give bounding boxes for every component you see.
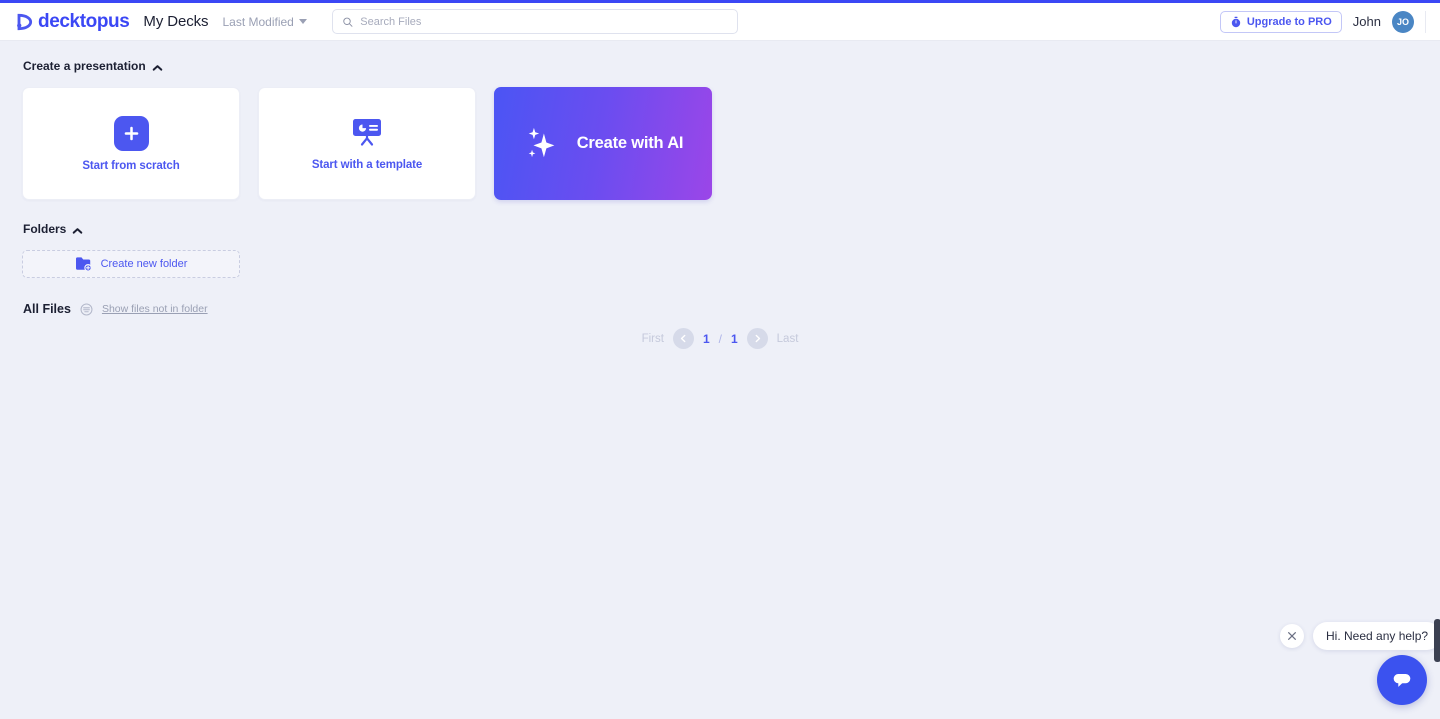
pagination-prev-button[interactable] (672, 328, 694, 349)
pagination-current-page[interactable]: 1 (703, 332, 710, 346)
chevron-down-icon (298, 19, 307, 24)
chevron-up-icon (153, 62, 162, 71)
chevron-left-icon (680, 334, 686, 343)
create-presentation-title: Create a presentation (23, 59, 146, 73)
pagination-total-pages: 1 (730, 331, 738, 346)
folders-header[interactable]: Folders (23, 222, 82, 236)
upgrade-label: Upgrade to PRO (1246, 15, 1332, 28)
header-divider (1425, 10, 1426, 33)
avatar-initials: JO (1396, 16, 1409, 27)
show-files-not-in-folder-link[interactable]: Show files not in folder (102, 303, 208, 315)
brand-logo[interactable]: decktopus (14, 10, 130, 33)
search-bar[interactable] (331, 9, 738, 34)
start-from-scratch-card[interactable]: Start from scratch (22, 87, 240, 200)
folder-plus-icon (75, 257, 92, 272)
avatar[interactable]: JO (1392, 10, 1414, 33)
top-progress-bar (0, 0, 1440, 3)
start-with-template-card[interactable]: Start with a template (258, 87, 476, 200)
chevron-right-icon (755, 334, 760, 343)
pagination-separator: / (718, 331, 722, 346)
pagination: First 1 / 1 Last (0, 328, 1440, 349)
all-files-header: All Files Show files not in folder (23, 302, 1440, 316)
search-input[interactable] (360, 15, 728, 28)
close-icon (1288, 632, 1296, 640)
pagination-first[interactable]: First (642, 333, 664, 345)
start-from-scratch-label: Start from scratch (82, 159, 180, 172)
search-icon (343, 17, 353, 27)
app-header: decktopus My Decks Last Modified Upgrade… (0, 3, 1440, 41)
filter-lines-icon[interactable] (80, 303, 93, 316)
upgrade-to-pro-button[interactable]: Upgrade to PRO (1219, 10, 1342, 33)
create-with-ai-label: Create with AI (576, 134, 684, 152)
chat-greeting-text: Hi. Need any help? (1326, 629, 1429, 643)
chat-bubble-icon (1393, 674, 1411, 687)
chat-launcher-button[interactable] (1377, 655, 1427, 705)
create-with-ai-card[interactable]: Create with AI (494, 87, 712, 200)
chevron-up-icon (73, 225, 82, 234)
chat-greeting-bubble[interactable]: Hi. Need any help? (1313, 622, 1440, 650)
folders-title: Folders (23, 222, 67, 236)
user-name: John (1352, 14, 1381, 29)
sort-dropdown[interactable]: Last Modified (222, 14, 307, 29)
presentation-board-icon (353, 119, 381, 146)
create-new-folder-label: Create new folder (100, 258, 188, 270)
page-title: My Decks (143, 13, 209, 30)
pagination-next-button[interactable] (746, 328, 768, 349)
decktopus-logo-icon (17, 13, 33, 30)
sort-label: Last Modified (222, 14, 294, 29)
create-presentation-header[interactable]: Create a presentation (23, 59, 162, 73)
main-content: Create a presentation Start from scratch (0, 42, 1440, 349)
chat-close-button[interactable] (1280, 624, 1304, 648)
start-with-template-label: Start with a template (311, 159, 423, 171)
create-new-folder-button[interactable]: Create new folder (22, 250, 240, 278)
stopwatch-icon (1231, 16, 1241, 27)
create-cards-row: Start from scratch Start with a template… (22, 87, 1440, 200)
right-edge-handle[interactable] (1434, 619, 1440, 662)
pagination-last[interactable]: Last (777, 333, 799, 345)
all-files-title: All Files (23, 302, 71, 316)
brand-name: decktopus (38, 10, 130, 32)
sparkles-icon (528, 127, 555, 157)
plus-icon (113, 115, 149, 151)
